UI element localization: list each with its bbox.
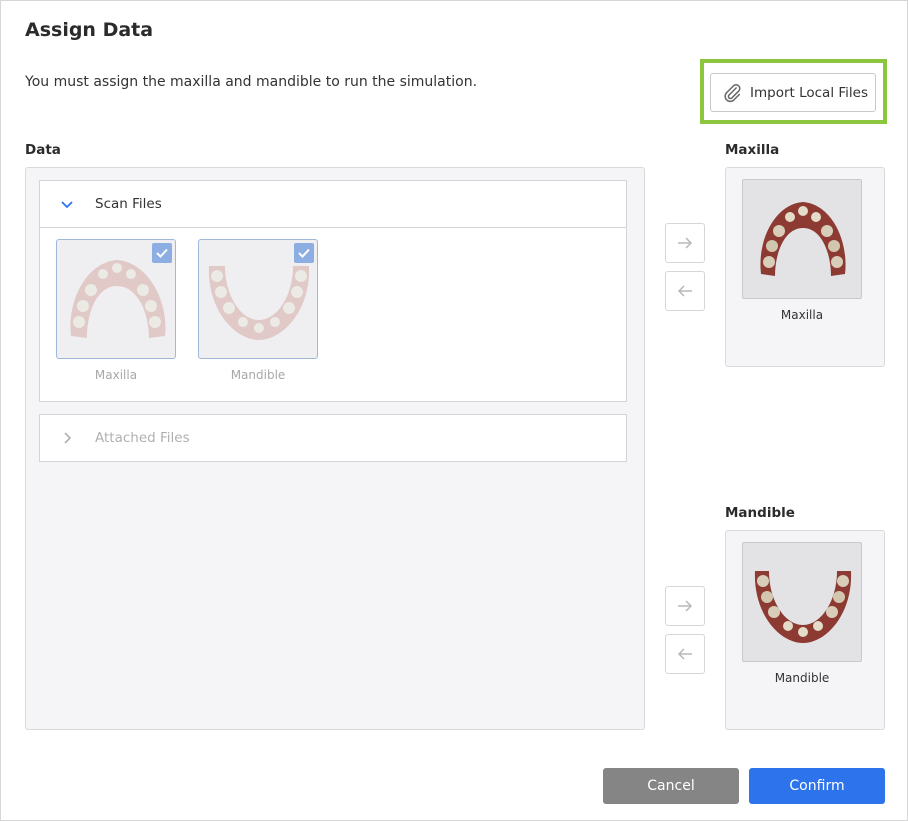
maxilla-slot-image bbox=[760, 202, 846, 276]
data-section-label: Data bbox=[25, 142, 61, 158]
scan-files-body: Maxilla Mandible bbox=[40, 227, 626, 401]
scan-files-group: Scan Files Maxilla Mandible bbox=[39, 180, 627, 402]
mandible-thumbnail[interactable] bbox=[198, 239, 318, 359]
arrow-right-icon bbox=[678, 237, 693, 249]
import-button-label: Import Local Files bbox=[750, 84, 868, 101]
unassign-mandible-button[interactable] bbox=[665, 634, 705, 674]
scan-item-mandible: Mandible bbox=[198, 239, 318, 382]
scan-files-title: Scan Files bbox=[95, 196, 162, 212]
mandible-checkbox[interactable] bbox=[294, 243, 314, 263]
mandible-item-label: Mandible bbox=[230, 368, 286, 382]
dialog-title: Assign Data bbox=[25, 19, 154, 41]
attached-files-header[interactable]: Attached Files bbox=[40, 415, 626, 461]
attached-files-group: Attached Files bbox=[39, 414, 627, 462]
assign-maxilla-button[interactable] bbox=[665, 223, 705, 263]
chevron-down-icon bbox=[61, 201, 73, 209]
maxilla-checkbox[interactable] bbox=[152, 243, 172, 263]
maxilla-slot-thumbnail[interactable] bbox=[742, 179, 862, 299]
checkmark-icon bbox=[298, 248, 310, 258]
assign-mandible-button[interactable] bbox=[665, 586, 705, 626]
mandible-slot-thumbnail[interactable] bbox=[742, 542, 862, 662]
cancel-button[interactable]: Cancel bbox=[603, 768, 739, 804]
arrow-left-icon bbox=[677, 648, 692, 660]
mandible-slot: Mandible bbox=[725, 530, 885, 730]
mandible-slot-image bbox=[754, 571, 852, 643]
import-local-files-button[interactable]: Import Local Files bbox=[710, 73, 876, 112]
maxilla-item-label: Maxilla bbox=[94, 368, 138, 382]
arrow-right-icon bbox=[678, 600, 693, 612]
arrow-left-icon bbox=[677, 285, 692, 297]
chevron-right-icon bbox=[64, 432, 72, 444]
data-panel: Scan Files Maxilla Mandible Attached Fil… bbox=[25, 167, 645, 730]
dialog-description: You must assign the maxilla and mandible… bbox=[25, 74, 478, 90]
maxilla-section-label: Maxilla bbox=[725, 142, 780, 158]
paperclip-icon bbox=[724, 83, 741, 102]
mandible-slot-label: Mandible bbox=[774, 671, 830, 685]
maxilla-thumbnail[interactable] bbox=[56, 239, 176, 359]
checkmark-icon bbox=[156, 248, 168, 258]
attached-files-title: Attached Files bbox=[95, 430, 190, 446]
scan-item-maxilla: Maxilla bbox=[56, 239, 176, 382]
unassign-maxilla-button[interactable] bbox=[665, 271, 705, 311]
assign-data-dialog: Assign Data You must assign the maxilla … bbox=[0, 0, 908, 821]
maxilla-slot: Maxilla bbox=[725, 167, 885, 367]
maxilla-slot-label: Maxilla bbox=[780, 308, 824, 322]
scan-files-header[interactable]: Scan Files bbox=[40, 181, 626, 227]
confirm-button[interactable]: Confirm bbox=[749, 768, 885, 804]
mandible-section-label: Mandible bbox=[725, 505, 795, 521]
